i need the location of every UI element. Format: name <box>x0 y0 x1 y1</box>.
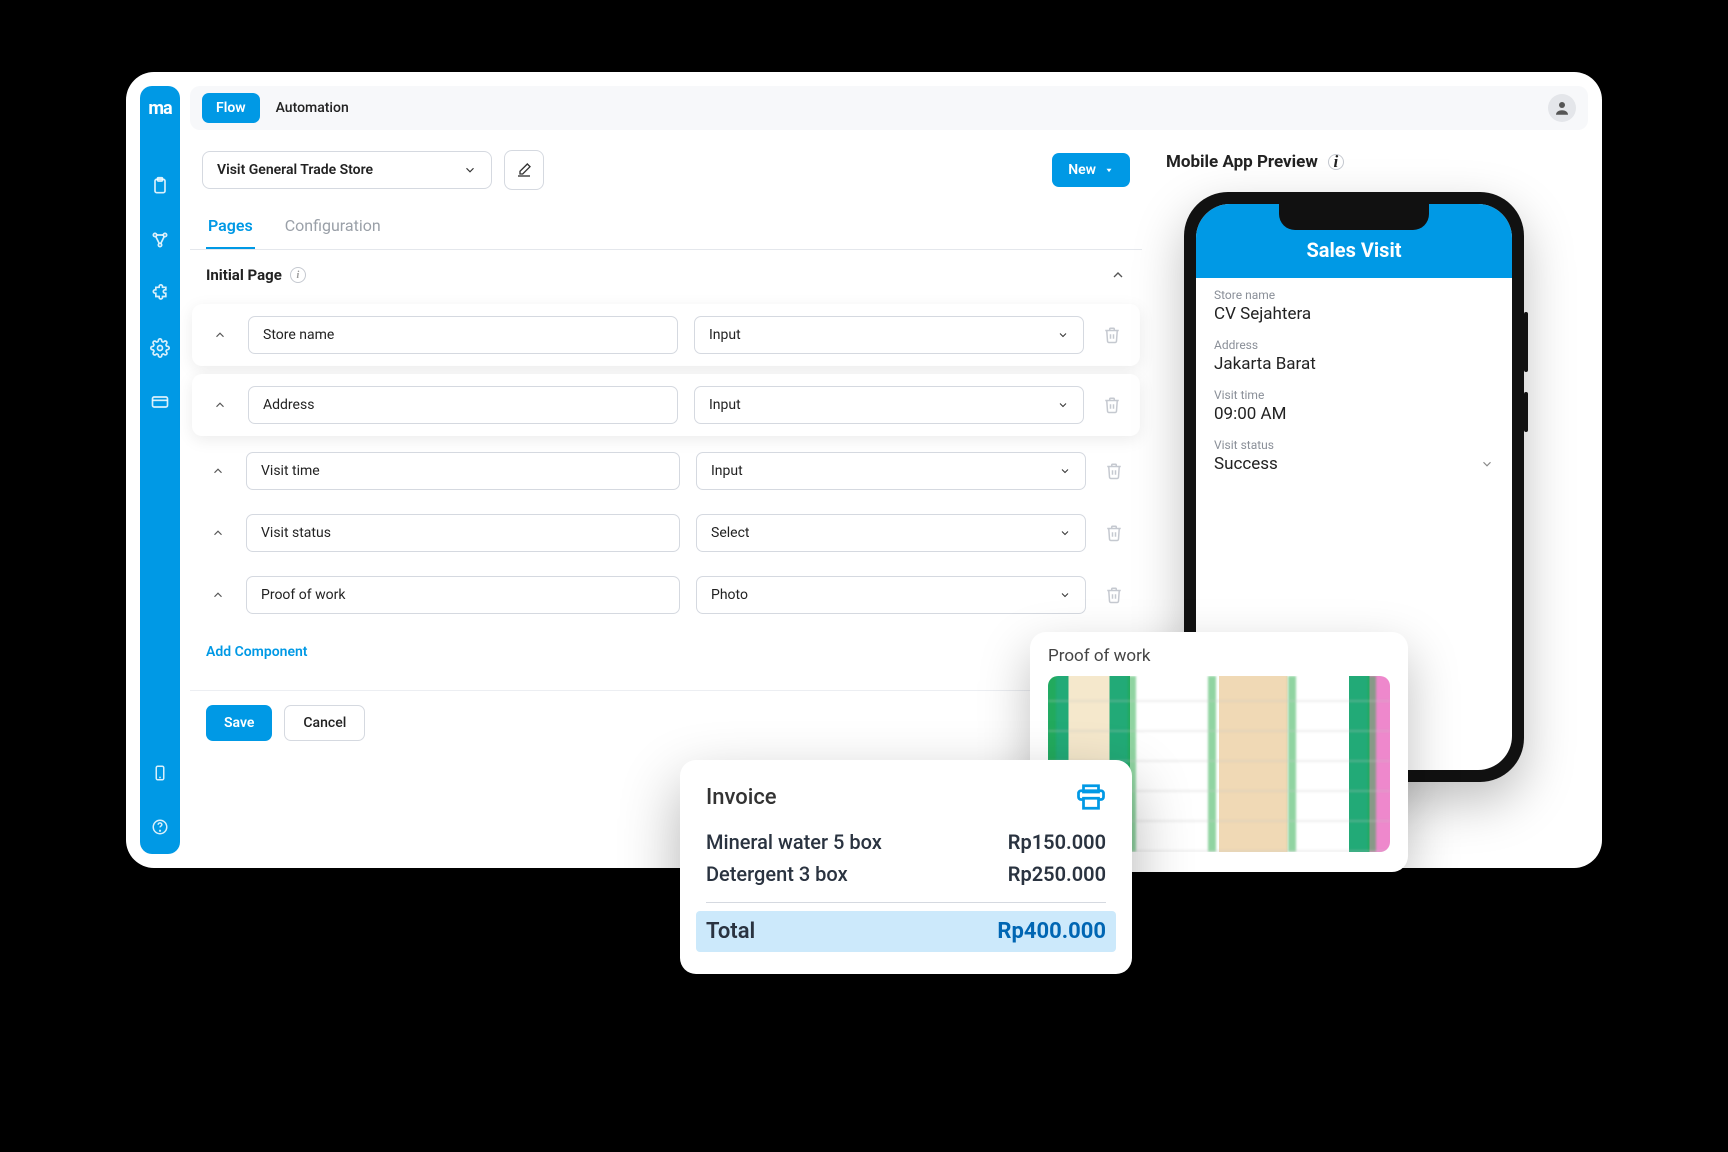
workflow-icon[interactable] <box>149 229 171 251</box>
field-type-select[interactable]: Input <box>694 386 1084 424</box>
footer: Save Cancel <box>190 690 1142 741</box>
chevron-up-icon[interactable] <box>206 526 230 540</box>
trash-icon[interactable] <box>1102 586 1126 604</box>
phone-notch <box>1279 204 1429 230</box>
fields-list: Input Input Input Select <box>190 300 1142 626</box>
topbar: Flow Automation <box>190 86 1588 130</box>
logo: ma <box>148 98 171 119</box>
trash-icon[interactable] <box>1100 326 1124 344</box>
print-icon[interactable] <box>1076 782 1106 812</box>
trash-icon[interactable] <box>1102 462 1126 480</box>
tab-automation[interactable]: Automation <box>276 100 349 116</box>
avatar[interactable] <box>1548 94 1576 122</box>
chevron-up-icon[interactable] <box>208 398 232 412</box>
invoice-total-label: Total <box>706 919 755 944</box>
field-label-input[interactable] <box>248 386 678 424</box>
trash-icon[interactable] <box>1100 396 1124 414</box>
toolbar: Visit General Trade Store New <box>190 142 1142 206</box>
card-icon[interactable] <box>149 391 171 413</box>
field-label-input[interactable] <box>246 514 680 552</box>
invoice-item-price: Rp250.000 <box>1008 862 1106 886</box>
preview-title: Mobile App Preview <box>1166 152 1318 172</box>
field-label: Visit time <box>1214 388 1494 402</box>
field-label-input[interactable] <box>248 316 678 354</box>
chevron-up-icon[interactable] <box>206 588 230 602</box>
flow-selector[interactable]: Visit General Trade Store <box>202 151 492 189</box>
field-type-select[interactable]: Input <box>694 316 1084 354</box>
invoice-item-desc: Mineral water 5 box <box>706 830 882 854</box>
save-button[interactable]: Save <box>206 705 272 741</box>
field-label-input[interactable] <box>246 452 680 490</box>
edit-button[interactable] <box>504 150 544 190</box>
section-title: Initial Page <box>206 266 282 284</box>
trash-icon[interactable] <box>1102 524 1126 542</box>
chevron-down-icon <box>1057 329 1069 341</box>
field-row: Photo <box>190 564 1142 626</box>
field-value: Jakarta Barat <box>1214 354 1494 374</box>
chevron-up-icon[interactable] <box>206 464 230 478</box>
subtab-pages[interactable]: Pages <box>206 206 255 249</box>
field-value: 09:00 AM <box>1214 404 1494 424</box>
info-icon[interactable]: i <box>290 267 306 283</box>
caret-down-icon <box>1104 165 1114 175</box>
chevron-down-icon <box>1059 465 1071 477</box>
chevron-up-icon[interactable] <box>208 328 232 342</box>
field-label: Store name <box>1214 288 1494 302</box>
chevron-down-icon <box>1059 589 1071 601</box>
invoice-item-desc: Detergent 3 box <box>706 862 848 886</box>
field-row: Input <box>190 440 1142 502</box>
sidebar: ma <box>140 86 180 854</box>
field-label: Address <box>1214 338 1494 352</box>
chevron-down-icon <box>1059 527 1071 539</box>
field-value: CV Sejahtera <box>1214 304 1494 324</box>
field-type-select[interactable]: Photo <box>696 576 1086 614</box>
gear-icon[interactable] <box>149 337 171 359</box>
flow-name: Visit General Trade Store <box>217 162 373 178</box>
chevron-down-icon <box>1057 399 1069 411</box>
field-type-select[interactable]: Select <box>696 514 1086 552</box>
field-row: Input <box>192 304 1140 366</box>
subtab-configuration[interactable]: Configuration <box>283 206 383 249</box>
invoice-card: Invoice Mineral water 5 box Rp150.000 Det… <box>680 760 1132 974</box>
preview-header: Mobile App Preview i <box>1160 142 1588 190</box>
help-icon[interactable] <box>149 816 171 838</box>
add-component-link[interactable]: Add Component <box>190 626 1142 686</box>
field-type-select[interactable]: Input <box>696 452 1086 490</box>
proof-label: Proof of work <box>1048 646 1390 666</box>
field-value[interactable]: Success <box>1214 454 1494 474</box>
subtabs: Pages Configuration <box>190 206 1142 250</box>
field-label-input[interactable] <box>246 576 680 614</box>
new-button[interactable]: New <box>1052 153 1130 187</box>
cancel-button[interactable]: Cancel <box>284 705 365 741</box>
collapse-section[interactable] <box>1110 267 1126 283</box>
main-area: Visit General Trade Store New Pages Conf… <box>190 142 1142 854</box>
mobile-icon[interactable] <box>149 762 171 784</box>
invoice-total-value: Rp400.000 <box>997 919 1106 944</box>
field-row: Input <box>192 374 1140 436</box>
app-body: Store name CV Sejahtera Address Jakarta Ba… <box>1196 278 1512 498</box>
info-icon[interactable]: i <box>1328 154 1344 170</box>
invoice-title: Invoice <box>706 785 777 810</box>
invoice-item-price: Rp150.000 <box>1008 830 1106 854</box>
chevron-down-icon <box>1480 457 1494 471</box>
chevron-down-icon <box>463 163 477 177</box>
tab-flow[interactable]: Flow <box>202 93 260 123</box>
field-label: Visit status <box>1214 438 1494 452</box>
clipboard-icon[interactable] <box>149 175 171 197</box>
field-row: Select <box>190 502 1142 564</box>
section-header: Initial Page i <box>190 250 1142 300</box>
puzzle-icon[interactable] <box>149 283 171 305</box>
